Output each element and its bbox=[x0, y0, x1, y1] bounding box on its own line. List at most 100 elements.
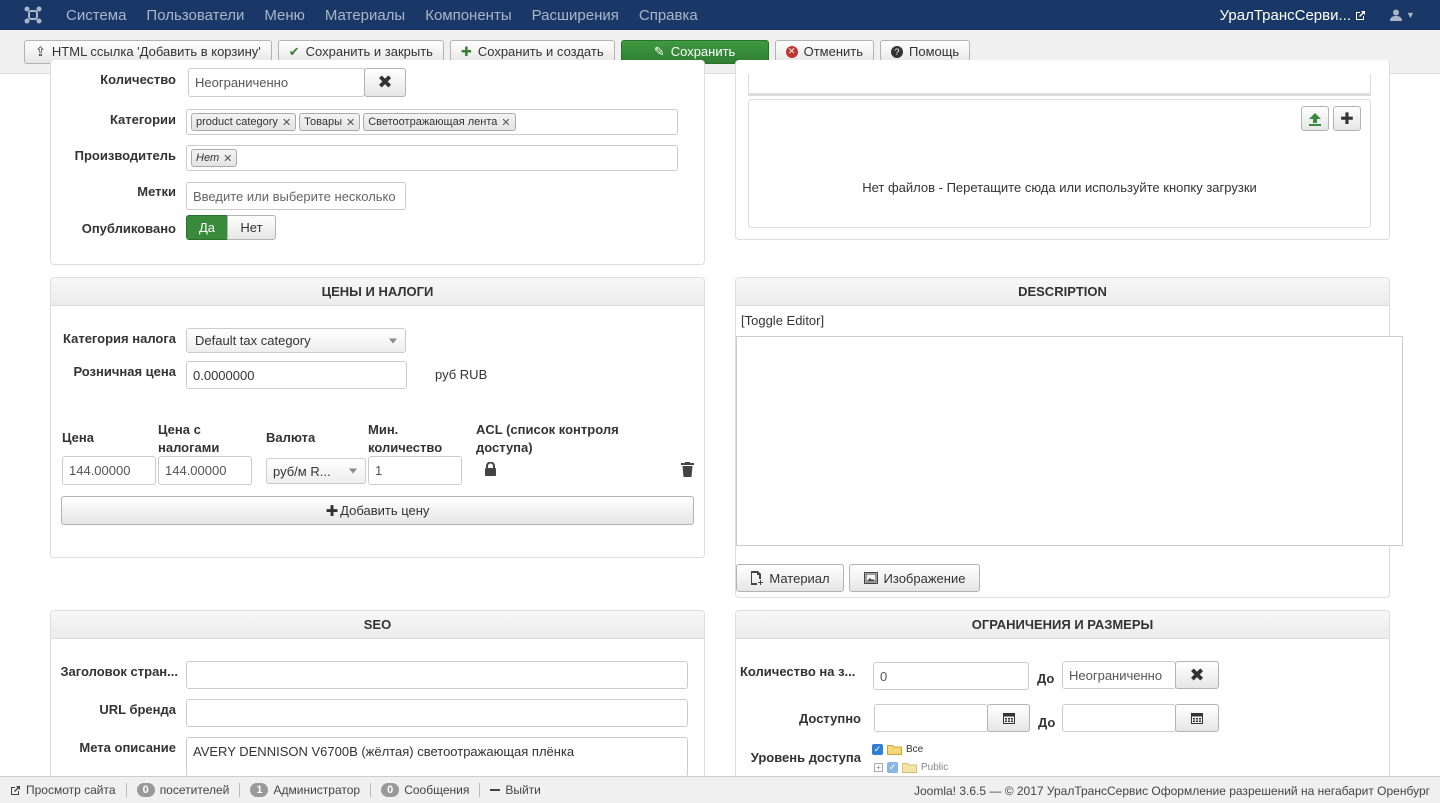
quantity-label: Количество bbox=[100, 72, 176, 87]
meta-desc-textarea[interactable]: AVERY DENNISON V6700B (жёлтая) светоотра… bbox=[186, 737, 688, 777]
logout-link[interactable]: Выйти bbox=[490, 783, 541, 797]
brand-url-label: URL бренда bbox=[99, 702, 176, 717]
description-editor[interactable] bbox=[736, 336, 1403, 546]
tags-input[interactable]: Введите или выберите несколько bbox=[186, 182, 406, 210]
available-to-input[interactable] bbox=[1062, 704, 1176, 732]
category-chip: Товары ✕ bbox=[299, 113, 361, 131]
tags-label: Метки bbox=[137, 184, 176, 199]
add-file-button[interactable]: ✚ bbox=[1333, 106, 1361, 131]
toggle-editor-link[interactable]: [Toggle Editor] bbox=[741, 313, 824, 328]
joomla-logo-icon[interactable] bbox=[0, 0, 66, 30]
menu-help[interactable]: Справка bbox=[639, 7, 698, 24]
retail-price-input[interactable]: 0.0000000 bbox=[186, 361, 407, 389]
prices-panel-title: ЦЕНЫ И НАЛОГИ bbox=[51, 278, 704, 306]
seo-panel-title: SEO bbox=[51, 611, 704, 639]
menu-extensions[interactable]: Расширения bbox=[532, 7, 619, 24]
col-acl-label: ACL (список контроля доступа) bbox=[476, 422, 619, 455]
help-icon: ? bbox=[891, 45, 903, 58]
admins-link[interactable]: 1 Администратор bbox=[250, 783, 360, 797]
remove-icon[interactable]: ✕ bbox=[346, 116, 355, 129]
page-title-label: Заголовок стран... bbox=[60, 664, 178, 679]
col-price-label: Цена bbox=[62, 430, 94, 445]
insert-image-button[interactable]: Изображение bbox=[849, 564, 980, 592]
available-from-input[interactable] bbox=[874, 704, 988, 732]
category-chip: Светоотражающая лента ✕ bbox=[363, 113, 516, 131]
external-link-icon bbox=[11, 785, 20, 795]
folder-icon bbox=[887, 745, 902, 755]
retail-currency: руб RUB bbox=[435, 367, 488, 382]
manufacturer-label: Производитель bbox=[74, 148, 176, 163]
insert-article-button[interactable]: Материал bbox=[736, 564, 844, 592]
available-to-label: До bbox=[1038, 715, 1056, 730]
qty-from-input[interactable]: 0 bbox=[873, 662, 1029, 690]
top-navbar: Система Пользователи Меню Материалы Комп… bbox=[0, 0, 1440, 30]
chevron-down-icon bbox=[349, 468, 357, 474]
files-dropzone[interactable] bbox=[748, 99, 1371, 228]
categories-field[interactable]: product category ✕ Товары ✕ Светоотражающа… bbox=[186, 109, 678, 135]
messages-badge: 0 bbox=[381, 783, 400, 797]
edit-icon: ✎ bbox=[653, 43, 665, 59]
status-bar: Просмотр сайта 0 посетителей 1 Администр… bbox=[0, 776, 1440, 803]
brand-url-input[interactable] bbox=[186, 699, 688, 727]
chevron-down-icon: ▼ bbox=[1406, 10, 1415, 20]
menu-system[interactable]: Система bbox=[66, 7, 126, 24]
access-all-checkbox[interactable]: ✓ bbox=[872, 744, 883, 755]
image-icon bbox=[863, 572, 878, 584]
qty-to-label: До bbox=[1037, 671, 1055, 686]
qty-to-input[interactable]: Неограниченно bbox=[1062, 661, 1176, 689]
available-to-calendar-button[interactable] bbox=[1175, 704, 1219, 732]
available-from-calendar-button[interactable] bbox=[987, 704, 1030, 732]
visitors-badge: 0 bbox=[136, 783, 155, 797]
category-chip: product category ✕ bbox=[191, 113, 297, 131]
min-qty-input[interactable]: 1 bbox=[368, 456, 462, 485]
tax-category-select[interactable]: Default tax category bbox=[186, 328, 406, 353]
minus-icon bbox=[490, 789, 501, 791]
quantity-input[interactable]: Неограниченно bbox=[188, 68, 365, 97]
file-add-icon bbox=[751, 571, 764, 585]
published-no-button[interactable]: Нет bbox=[227, 215, 276, 240]
col-currency-label: Валюта bbox=[266, 430, 316, 445]
meta-desc-label: Мета описание bbox=[79, 740, 176, 755]
published-yes-button[interactable]: Да bbox=[186, 215, 228, 240]
add-price-button[interactable]: ✚ Добавить цену bbox=[61, 496, 694, 525]
plus-icon: ✚ bbox=[1340, 110, 1354, 128]
calendar-icon bbox=[1002, 713, 1015, 724]
remove-icon[interactable]: ✕ bbox=[501, 116, 510, 129]
remove-icon[interactable]: ✕ bbox=[223, 152, 232, 165]
quantity-clear-button[interactable]: ✖ bbox=[364, 68, 406, 97]
currency-select[interactable]: руб/м R... bbox=[266, 458, 366, 484]
upload-button[interactable] bbox=[1301, 106, 1329, 131]
menu-components[interactable]: Компоненты bbox=[425, 7, 511, 24]
plus-icon: ✚ bbox=[325, 502, 339, 520]
remove-icon[interactable]: ✕ bbox=[282, 116, 291, 129]
calendar-icon bbox=[1191, 713, 1203, 724]
page-title-input[interactable] bbox=[186, 661, 688, 689]
visitors-link[interactable]: 0 посетителей bbox=[136, 783, 229, 797]
site-link[interactable]: УралТрансСерви... bbox=[1220, 7, 1366, 24]
menu-menus[interactable]: Меню bbox=[264, 7, 305, 24]
check-icon: ✔ bbox=[288, 43, 300, 59]
qty-to-clear-button[interactable]: ✖ bbox=[1175, 661, 1219, 689]
menu-users[interactable]: Пользователи bbox=[146, 7, 244, 24]
price-input[interactable]: 144.00000 bbox=[62, 456, 156, 485]
price-tax-input[interactable]: 144.00000 bbox=[158, 456, 252, 485]
plus-icon: ✚ bbox=[460, 43, 472, 59]
upload-icon: ⇪ bbox=[35, 43, 46, 59]
menu-content[interactable]: Материалы bbox=[325, 7, 405, 24]
view-site-link[interactable]: Просмотр сайта bbox=[10, 783, 116, 797]
access-tree-all: ✓ Все bbox=[872, 744, 924, 755]
col-min-qty-label: Мин. количество bbox=[368, 422, 443, 455]
folder-icon bbox=[902, 763, 917, 773]
footer-copyright: Joomla! 3.6.5 — © 2017 УралТрансСервис О… bbox=[914, 783, 1430, 798]
expand-icon[interactable]: + bbox=[874, 763, 883, 772]
lock-icon[interactable] bbox=[484, 461, 497, 480]
manufacturer-field[interactable]: Нет ✕ bbox=[186, 145, 678, 171]
messages-link[interactable]: 0 Сообщения bbox=[381, 783, 469, 797]
user-menu[interactable]: ▼ bbox=[1390, 9, 1440, 21]
trash-icon[interactable] bbox=[681, 462, 694, 480]
categories-label: Категории bbox=[109, 112, 176, 127]
access-public-checkbox[interactable]: ✓ bbox=[887, 762, 898, 773]
qty-limit-label: Количество на з... bbox=[740, 664, 856, 679]
user-icon bbox=[1390, 9, 1402, 21]
files-header-area bbox=[748, 74, 1371, 96]
